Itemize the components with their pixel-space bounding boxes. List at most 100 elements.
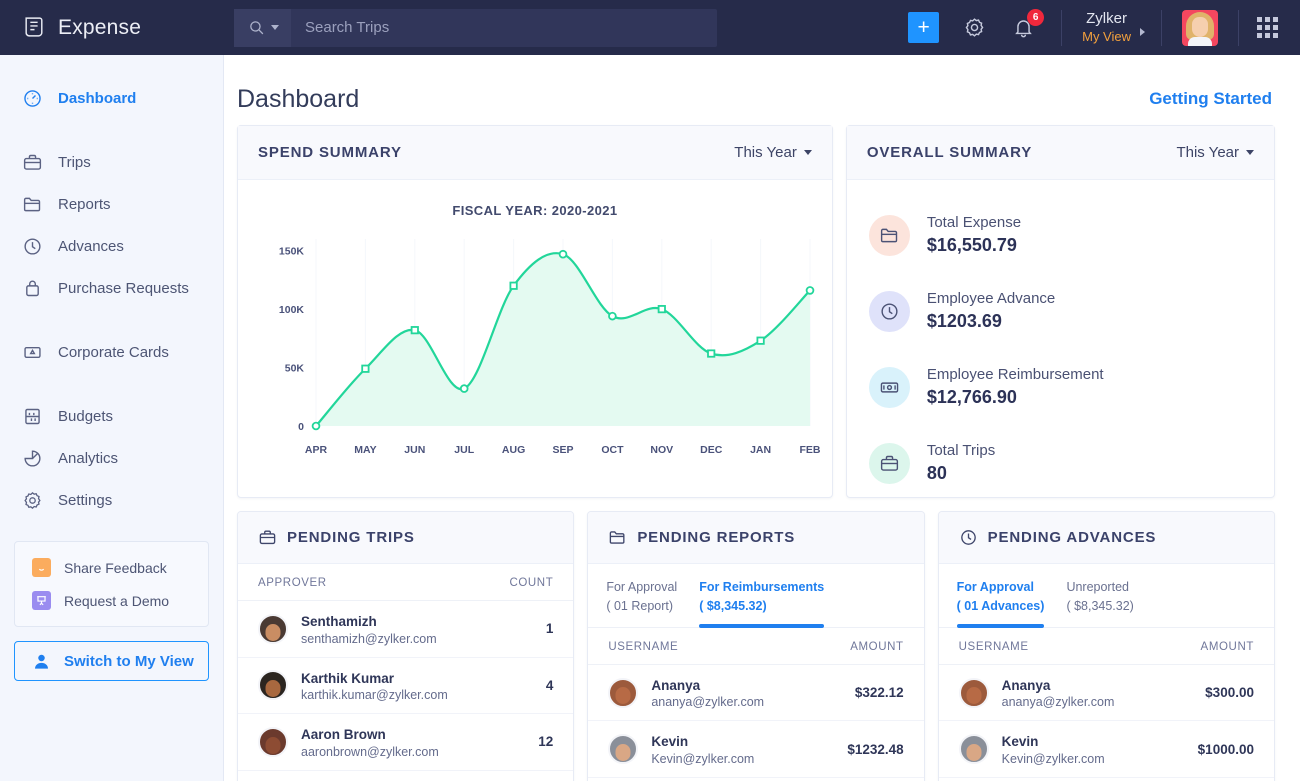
bag-icon: [22, 278, 43, 299]
chevron-down-icon: [804, 150, 812, 155]
approver-name: Karthik Kumar: [301, 669, 448, 689]
approver-name: Aaron Brown: [301, 725, 439, 745]
getting-started-link[interactable]: Getting Started: [1149, 89, 1272, 109]
tab-for-reimbursements[interactable]: For Reimbursements ( $8,345.32): [699, 578, 824, 628]
avatar: [959, 678, 989, 708]
amount: $322.12: [855, 685, 904, 700]
sidebar-item-purchase-requests[interactable]: Purchase Requests: [0, 267, 223, 309]
sidebar-item-label: Analytics: [58, 450, 118, 467]
main-content: Dashboard Getting Started SPEND SUMMARY …: [224, 55, 1300, 781]
sidebar-item-dashboard[interactable]: Dashboard: [0, 77, 223, 119]
promo-item-label: Request a Demo: [64, 593, 169, 609]
sidebar-item-label: Corporate Cards: [58, 344, 169, 361]
tab-for-approval[interactable]: For Approval ( 01 Advances): [957, 578, 1045, 628]
tab-unreported[interactable]: Unreported ( $8,345.32): [1066, 578, 1133, 628]
pie-chart-icon: [22, 448, 43, 469]
notifications-button[interactable]: 6: [1012, 16, 1035, 39]
svg-text:0: 0: [298, 421, 304, 433]
user-name: Ananya: [1002, 676, 1115, 696]
person-icon: [32, 652, 51, 671]
sidebar-item-corporate-cards[interactable]: Corporate Cards: [0, 331, 223, 373]
tab-line-2: ( 01 Advances): [957, 597, 1045, 616]
sidebar-item-analytics[interactable]: Analytics: [0, 437, 223, 479]
switch-to-my-view-button[interactable]: Switch to My View: [14, 641, 209, 681]
summary-label: Total Trips: [927, 442, 995, 459]
column-header-username: USERNAME: [959, 641, 1029, 653]
settings-button[interactable]: [963, 16, 986, 39]
summary-label: Employee Reimbursement: [927, 366, 1104, 383]
table-row[interactable]: Ananya ananya@zylker.com $322.12: [588, 665, 923, 722]
brand[interactable]: Expense: [22, 15, 212, 40]
promo-item-label: Share Feedback: [64, 560, 167, 576]
request-demo-item[interactable]: Request a Demo: [15, 584, 208, 617]
smiley-icon: [32, 558, 51, 577]
chevron-down-icon: [271, 25, 279, 30]
org-name: Zylker: [1082, 10, 1131, 29]
tab-for-approval[interactable]: For Approval ( 01 Report): [606, 578, 677, 628]
amount: $1232.48: [847, 742, 903, 757]
spend-summary-period-selector[interactable]: This Year: [734, 144, 812, 161]
sidebar-item-label: Reports: [58, 196, 111, 213]
pending-reports-card: PENDING REPORTS For Approval ( 01 Report…: [587, 511, 924, 781]
org-switcher[interactable]: Zylker My View: [1062, 10, 1161, 45]
avatar: [959, 734, 989, 764]
table-row[interactable]: Senthamizh senthamizh@zylker.com 1: [238, 601, 573, 658]
sidebar-item-settings[interactable]: Settings: [0, 479, 223, 521]
sidebar-item-advances[interactable]: Advances: [0, 225, 223, 267]
app-launcher-icon[interactable]: [1257, 17, 1278, 38]
table-row[interactable]: Kevin Kevin@zylker.com $1000.00: [939, 721, 1274, 778]
approver-email: senthamizh@zylker.com: [301, 632, 437, 646]
trip-count: 1: [546, 621, 554, 636]
avatar-face: [1192, 17, 1208, 37]
summary-value: 80: [927, 463, 995, 484]
add-button[interactable]: +: [908, 12, 939, 43]
spend-line-chart[interactable]: 050K100K150KAPRMAYJUNJULAUGSEPOCTNOVDECJ…: [238, 232, 835, 472]
pending-advances-table-head: USERNAME AMOUNT: [939, 628, 1274, 665]
sidebar-item-label: Advances: [58, 238, 124, 255]
table-row[interactable]: Karthik Kumar karthik.kumar@zylker.com 4: [238, 658, 573, 715]
card-icon: [22, 342, 43, 363]
search-input[interactable]: [291, 19, 717, 36]
sidebar-item-trips[interactable]: Trips: [0, 141, 223, 183]
clock-icon: [959, 528, 978, 547]
pending-advances-tabs: For Approval ( 01 Advances) Unreported (…: [939, 564, 1274, 628]
divider: [1238, 10, 1239, 46]
user-name: Ananya: [651, 676, 764, 696]
svg-text:150K: 150K: [279, 246, 305, 258]
table-row[interactable]: Kevin Kevin@zylker.com $1232.48: [588, 721, 923, 778]
avatar-body: [1188, 37, 1212, 46]
svg-text:MAY: MAY: [354, 444, 376, 456]
sidebar-item-reports[interactable]: Reports: [0, 183, 223, 225]
sidebar-item-budgets[interactable]: Budgets: [0, 395, 223, 437]
user-name: Kevin: [1002, 732, 1105, 752]
user-email: Kevin@zylker.com: [1002, 752, 1105, 766]
summary-label: Total Expense: [927, 214, 1021, 231]
user-avatar[interactable]: [1182, 10, 1218, 46]
search-scope-selector[interactable]: [234, 9, 291, 47]
table-row[interactable]: Ananya ananya@zylker.com $300.00: [939, 665, 1274, 722]
table-row[interactable]: Aaron Brown aaronbrown@zylker.com 12: [238, 714, 573, 771]
column-header-amount: AMOUNT: [850, 641, 903, 653]
pending-advances-header: PENDING ADVANCES: [939, 512, 1274, 564]
promo-box: Share Feedback Request a Demo: [14, 541, 209, 627]
svg-text:JUL: JUL: [454, 444, 474, 456]
share-feedback-item[interactable]: Share Feedback: [15, 551, 208, 584]
approver-email: aaronbrown@zylker.com: [301, 745, 439, 759]
clock-icon: [22, 236, 43, 257]
budget-icon: [22, 406, 43, 427]
sidebar-item-label: Trips: [58, 154, 91, 171]
approver-email: karthik.kumar@zylker.com: [301, 688, 448, 702]
tab-line-1: For Approval: [606, 578, 677, 597]
search-box[interactable]: [234, 9, 717, 47]
summary-row-total-trips: Total Trips 80: [869, 425, 1274, 501]
amount: $300.00: [1205, 685, 1254, 700]
pending-trips-table-head: APPROVER COUNT: [238, 564, 573, 601]
user-email: ananya@zylker.com: [1002, 695, 1115, 709]
org-view-label: My View: [1082, 29, 1131, 45]
notification-badge: 6: [1027, 9, 1044, 26]
sidebar-item-label: Budgets: [58, 408, 113, 425]
overall-summary-period-selector[interactable]: This Year: [1176, 144, 1254, 161]
tab-line-2: ( $8,345.32): [699, 597, 824, 616]
summary-row-employee-advance: Employee Advance $1203.69: [869, 273, 1274, 349]
page-header: Dashboard Getting Started: [237, 75, 1275, 123]
